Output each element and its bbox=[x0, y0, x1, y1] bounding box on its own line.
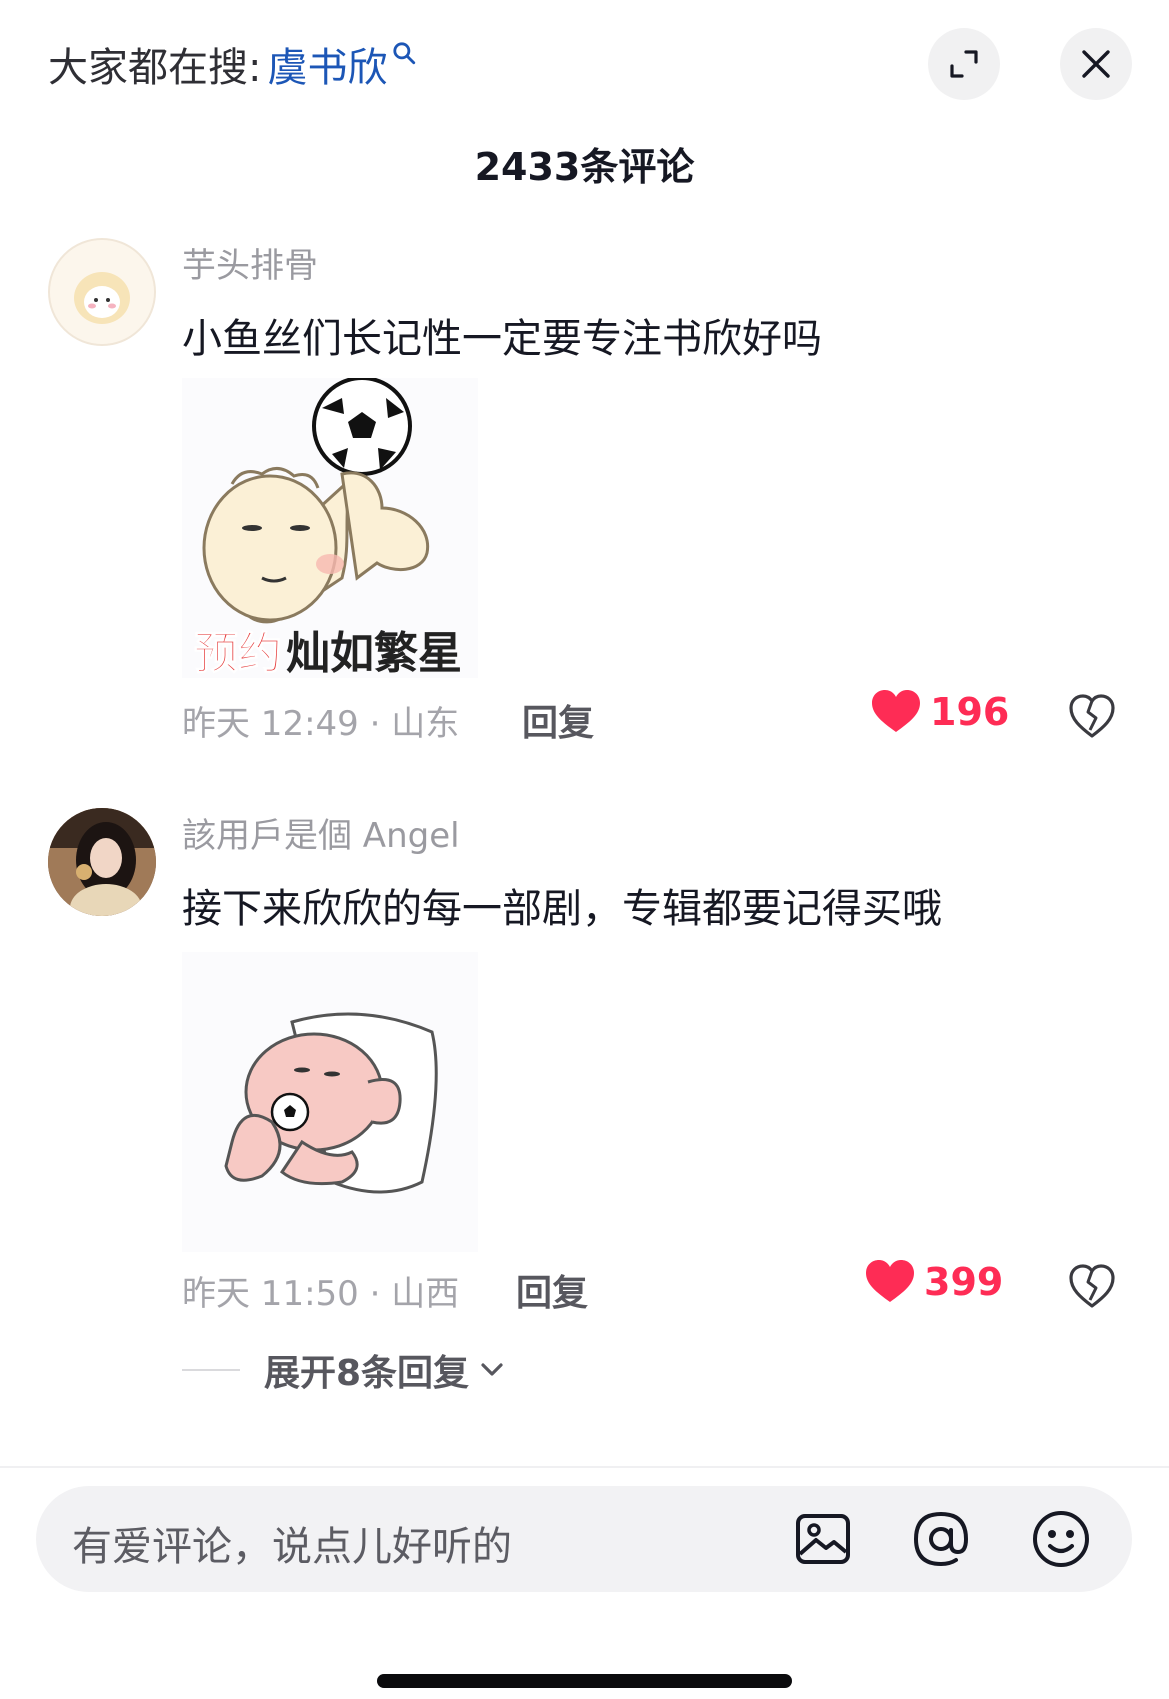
sticker-image[interactable]: 预约 灿如繁星 bbox=[182, 376, 478, 680]
sticker-caption: 灿如繁星 bbox=[286, 628, 462, 678]
sticker-illustration bbox=[224, 1012, 438, 1194]
reply-button[interactable]: 回复 bbox=[516, 1264, 588, 1316]
search-prefix: 大家都在搜: bbox=[48, 45, 262, 91]
comment-text[interactable]: 接下来欣欣的每一部剧，专辑都要记得买哦 bbox=[182, 876, 942, 934]
expand-button[interactable] bbox=[928, 28, 1000, 100]
heart-icon bbox=[872, 690, 920, 732]
comment-count-title: 2433条评论 bbox=[474, 145, 695, 189]
close-icon bbox=[1082, 50, 1110, 78]
comment-meta: 昨天 11:50 · 山西 bbox=[182, 1274, 460, 1314]
username[interactable]: 芋头排骨 bbox=[182, 238, 318, 287]
close-button[interactable] bbox=[1060, 28, 1132, 100]
comment-meta: 昨天 12:49 · 山东 bbox=[182, 704, 460, 744]
search-icon bbox=[393, 42, 416, 65]
expand-replies[interactable]: 展开8条回复 bbox=[182, 1344, 507, 1396]
emoji-icon[interactable] bbox=[1030, 1508, 1092, 1570]
expand-divider bbox=[182, 1369, 240, 1371]
avatar[interactable] bbox=[48, 238, 156, 346]
trending-search[interactable]: 大家都在搜: 虞书欣 bbox=[48, 35, 417, 93]
top-bar: 大家都在搜: 虞书欣 bbox=[48, 28, 1132, 100]
like-count: 196 bbox=[930, 690, 1010, 734]
comment-panel: 大家都在搜: 虞书欣 2433条评论 芋头排骨 小鱼丝们长记性一定要专注书欣好吗… bbox=[0, 0, 1169, 1699]
image-icon[interactable] bbox=[792, 1508, 854, 1570]
sticker-image[interactable] bbox=[182, 952, 478, 1252]
dislike-icon[interactable] bbox=[1068, 692, 1116, 740]
avatar[interactable] bbox=[48, 808, 156, 916]
expand-replies-label: 展开8条回复 bbox=[264, 1353, 470, 1394]
chevron-down-icon bbox=[481, 1363, 503, 1376]
sticker-illustration: 预约 灿如繁星 bbox=[194, 376, 462, 680]
search-keyword[interactable]: 虞书欣 bbox=[267, 35, 387, 93]
at-icon[interactable] bbox=[910, 1508, 972, 1570]
expand-icon bbox=[950, 50, 978, 78]
comment-text[interactable]: 小鱼丝们长记性一定要专注书欣好吗 bbox=[182, 306, 822, 364]
comment-input[interactable]: 有爱评论，说点儿好听的 bbox=[36, 1486, 1132, 1592]
avatar-image bbox=[48, 808, 156, 916]
dislike-icon[interactable] bbox=[1068, 1262, 1116, 1310]
like-button[interactable]: 399 bbox=[866, 1260, 1003, 1304]
like-count: 399 bbox=[924, 1260, 1004, 1304]
like-button[interactable]: 196 bbox=[872, 690, 1009, 734]
home-indicator bbox=[377, 1674, 792, 1688]
comment-input-placeholder: 有爱评论，说点儿好听的 bbox=[72, 1524, 512, 1570]
input-divider bbox=[0, 1466, 1169, 1468]
heart-icon bbox=[866, 1260, 914, 1302]
reply-button[interactable]: 回复 bbox=[522, 694, 594, 746]
username[interactable]: 該用戶是個 Angel bbox=[182, 808, 460, 857]
sticker-caption-red: 预约 bbox=[194, 628, 282, 678]
avatar-image bbox=[50, 240, 154, 344]
